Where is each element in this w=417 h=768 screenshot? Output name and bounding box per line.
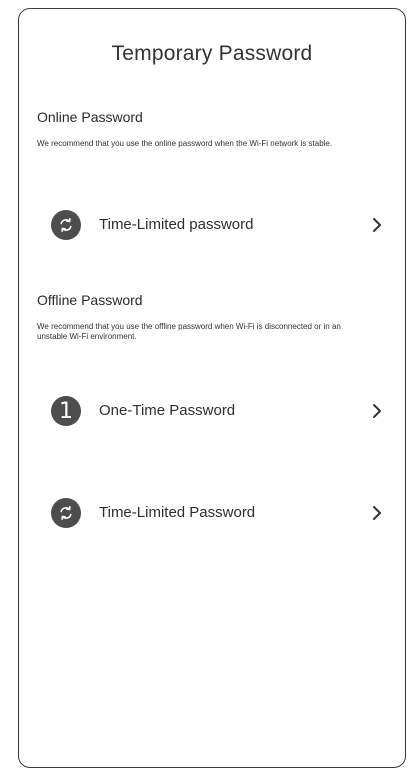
row-label: Time-Limited Password [99,504,256,521]
offline-section-title: Offline Password [37,292,143,308]
page-title: Temporary Password [111,42,313,65]
refresh-icon [51,498,81,528]
offline-section-description: We recommend that you use the offline pa… [37,322,341,341]
row-label: One-Time Password [99,402,236,419]
one-time-icon: 1 [51,396,81,426]
chevron-right-icon [373,218,381,232]
chevron-right-icon [373,404,381,418]
online-section-title: Online Password [37,109,143,125]
row-label: Time-Limited password [99,216,254,233]
refresh-icon [51,210,81,240]
chevron-right-icon [373,506,381,520]
phone-frame: Temporary Password Online Password We re… [18,8,406,768]
offline-time-limited-password-row[interactable]: Time-Limited Password [19,493,405,533]
one-time-password-row[interactable]: 1 One-Time Password [19,391,405,431]
online-time-limited-password-row[interactable]: Time-Limited password [19,205,405,245]
online-section-description: We recommend that you use the online pas… [37,139,333,148]
